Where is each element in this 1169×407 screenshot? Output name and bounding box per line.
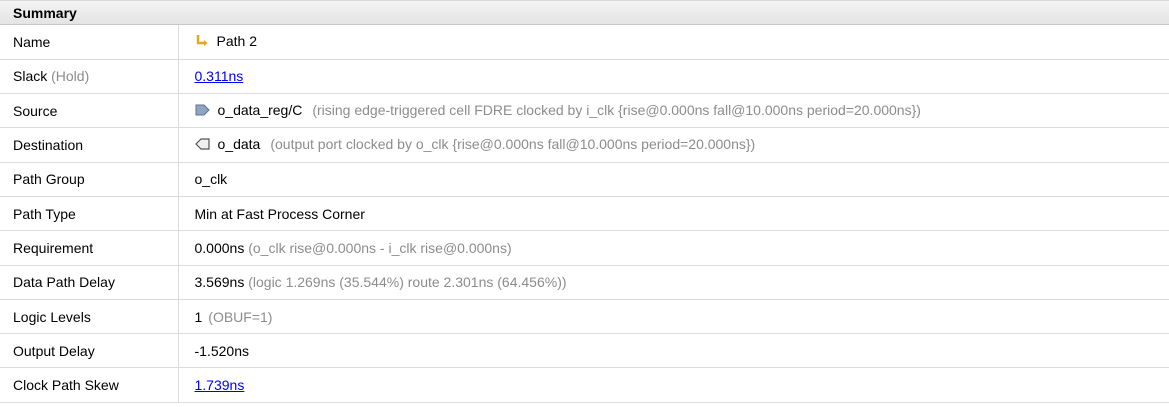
output-port-icon bbox=[194, 137, 210, 154]
requirement-detail: (o_clk rise@0.000ns - i_clk rise@0.000ns… bbox=[248, 239, 512, 256]
row-key-destination: Destination bbox=[0, 127, 179, 163]
row-value-slack: 0.311ns bbox=[178, 59, 1169, 95]
table-row-slack: Slack (Hold) 0.311ns bbox=[0, 59, 1169, 95]
destination-detail: (output port clocked by o_clk {rise@0.00… bbox=[270, 136, 756, 153]
cell-pin-icon bbox=[195, 103, 210, 120]
row-key-data-path-delay: Data Path Delay bbox=[0, 265, 179, 300]
requirement-value: 0.000ns bbox=[194, 239, 245, 256]
table-row-output-delay: Output Delay -1.520ns bbox=[0, 333, 1169, 369]
row-key-source: Source bbox=[0, 93, 179, 129]
row-value-data-path-delay: 3.569ns (logic 1.269ns (35.544%) route 2… bbox=[178, 265, 1169, 300]
slack-value-link[interactable]: 0.311ns bbox=[195, 68, 244, 84]
table-row-destination: Destination o_data (output port clocked b… bbox=[0, 127, 1169, 163]
row-key-requirement: Requirement bbox=[0, 230, 179, 266]
data-path-delay-value: 3.569ns bbox=[194, 274, 245, 291]
row-key-path-type: Path Type bbox=[0, 196, 179, 232]
slack-label: Slack bbox=[13, 68, 48, 85]
row-key-path-group: Path Group bbox=[0, 162, 179, 197]
row-key-clock-path-skew: Clock Path Skew bbox=[0, 367, 179, 403]
row-key-output-delay: Output Delay bbox=[0, 333, 179, 369]
row-value-path-group: o_clk bbox=[178, 162, 1169, 197]
row-key-logic-levels: Logic Levels bbox=[0, 299, 179, 335]
path-name-value: Path 2 bbox=[216, 33, 257, 49]
destination-value[interactable]: o_data bbox=[218, 136, 261, 152]
row-value-source: o_data_reg/C (rising edge-triggered cell … bbox=[178, 93, 1169, 129]
summary-header: Summary bbox=[0, 0, 1169, 25]
row-value-clock-path-skew: 1.739ns bbox=[178, 367, 1169, 403]
logic-levels-detail: (OBUF=1) bbox=[208, 308, 273, 325]
row-key-slack: Slack (Hold) bbox=[0, 59, 179, 95]
table-row-logic-levels: Logic Levels 1 (OBUF=1) bbox=[0, 299, 1169, 335]
row-value-requirement: 0.000ns (o_clk rise@0.000ns - i_clk rise… bbox=[178, 230, 1169, 266]
row-value-output-delay: -1.520ns bbox=[178, 333, 1169, 369]
table-row-name: Name Path 2 bbox=[0, 25, 1169, 60]
table-row-requirement: Requirement 0.000ns (o_clk rise@0.000ns … bbox=[0, 230, 1169, 266]
logic-levels-value: 1 bbox=[194, 308, 203, 325]
table-row-path-group: Path Group o_clk bbox=[0, 162, 1169, 197]
table-row-clock-path-skew: Clock Path Skew 1.739ns bbox=[0, 367, 1169, 403]
row-value-path-type: Min at Fast Process Corner bbox=[178, 196, 1169, 232]
table-row-source: Source o_data_reg/C (rising edge-triggere… bbox=[0, 93, 1169, 129]
slack-hold-suffix: (Hold) bbox=[51, 68, 90, 85]
row-value-destination: o_data (output port clocked by o_clk {ris… bbox=[178, 127, 1169, 163]
clock-path-skew-link[interactable]: 1.739ns bbox=[195, 377, 245, 393]
path-arrow-icon bbox=[195, 34, 209, 51]
summary-table: Name Path 2 Slack (Hold) 0.311ns Source … bbox=[0, 25, 1169, 403]
data-path-delay-detail: (logic 1.269ns (35.544%) route 2.301ns (… bbox=[248, 274, 567, 291]
row-key-name: Name bbox=[0, 25, 179, 60]
source-value[interactable]: o_data_reg/C bbox=[218, 102, 303, 118]
row-value-name: Path 2 bbox=[178, 25, 1169, 60]
table-row-path-type: Path Type Min at Fast Process Corner bbox=[0, 196, 1169, 232]
row-value-logic-levels: 1 (OBUF=1) bbox=[178, 299, 1169, 335]
table-row-data-path-delay: Data Path Delay 3.569ns (logic 1.269ns (… bbox=[0, 265, 1169, 300]
source-detail: (rising edge-triggered cell FDRE clocked… bbox=[312, 101, 921, 118]
summary-panel: Summary Name Path 2 Slack (Hold) 0.311ns… bbox=[0, 0, 1169, 407]
